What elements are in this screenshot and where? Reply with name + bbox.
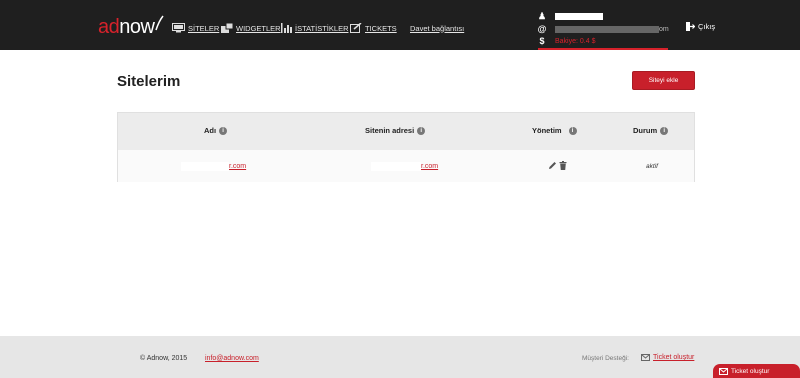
column-header-url: Sitenin adresi i bbox=[365, 126, 426, 135]
user-balance: Bakiye: 0.4 $ bbox=[555, 37, 596, 45]
footer: © Adnow, 2015 info@adnow.com Müşteri Des… bbox=[0, 336, 800, 378]
logout-icon bbox=[686, 22, 695, 31]
logout-button[interactable]: Çıkış bbox=[686, 22, 715, 31]
site-name-text: r.com bbox=[229, 163, 247, 170]
user-icon: ♟ bbox=[537, 10, 547, 21]
logo-now: now bbox=[119, 16, 155, 38]
user-email-redacted bbox=[555, 25, 659, 33]
column-header-label: Yönetim bbox=[532, 126, 562, 135]
nav-widgetler[interactable]: WIDGETLER bbox=[221, 21, 281, 35]
nav-siteler-label: SİTELER bbox=[188, 23, 220, 33]
info-icon[interactable]: i bbox=[219, 126, 228, 135]
add-site-button[interactable]: Siteyi ekle bbox=[632, 71, 695, 90]
page-title: Sitelerim bbox=[117, 73, 181, 90]
info-icon[interactable]: i bbox=[660, 126, 669, 135]
sites-table: Adı i Sitenin adresi i Yönetim i Durum i… bbox=[117, 112, 695, 182]
column-header-label: Adı bbox=[204, 126, 217, 135]
table-header: Adı i Sitenin adresi i Yönetim i Durum i bbox=[118, 113, 694, 150]
widgets-icon bbox=[221, 23, 233, 33]
user-balance-row: $ Bakiye: 0.4 $ bbox=[537, 36, 595, 46]
nav-istatistikler-label: İSTATİSTİKLER bbox=[295, 23, 349, 33]
nav-siteler[interactable]: SİTELER bbox=[172, 21, 219, 35]
site-url-link[interactable]: r.com bbox=[371, 162, 438, 171]
floating-ticket-button[interactable]: Ticket oluştur bbox=[713, 364, 800, 378]
column-header-label: Sitenin adresi bbox=[365, 126, 415, 135]
status-text: aktif bbox=[646, 163, 658, 170]
manage-actions bbox=[548, 161, 567, 170]
copyright-text: © Adnow, 2015 bbox=[140, 355, 188, 362]
logo-swoosh-icon bbox=[155, 15, 165, 31]
nav-davet-label: Davet bağlantısı bbox=[410, 23, 465, 33]
user-email-suffix: om bbox=[659, 25, 669, 33]
user-name-redacted bbox=[555, 12, 603, 20]
info-icon[interactable]: i bbox=[568, 126, 577, 135]
column-header-label: Durum bbox=[633, 126, 658, 135]
column-header-manage: Yönetim i bbox=[532, 126, 577, 135]
nav-tickets-label: TICKETS bbox=[365, 23, 397, 33]
user-info: ♟ @ om $ Bakiye: 0.4 $ bbox=[537, 11, 677, 49]
top-navbar: ad now SİTELER WIDGETLER İSTATİSTİKLER T… bbox=[0, 0, 800, 50]
nav-tickets[interactable]: TICKETS bbox=[350, 21, 397, 35]
logo-ad: ad bbox=[98, 16, 120, 38]
support-label: Müşteri Desteği: bbox=[582, 355, 629, 362]
user-name-row: ♟ bbox=[537, 11, 603, 21]
trash-icon[interactable] bbox=[559, 161, 567, 170]
balance-underline bbox=[538, 48, 668, 50]
nav-istatistikler[interactable]: İSTATİSTİKLER bbox=[281, 21, 348, 35]
monitor-icon bbox=[172, 23, 185, 33]
site-url-redacted bbox=[371, 162, 421, 171]
site-name-redacted bbox=[181, 162, 229, 171]
envelope-icon bbox=[719, 367, 728, 375]
adnow-logo[interactable]: ad now bbox=[98, 15, 165, 38]
contact-email-link[interactable]: info@adnow.com bbox=[205, 355, 259, 362]
envelope-icon bbox=[641, 354, 650, 361]
dollar-icon: $ bbox=[539, 36, 545, 46]
nav-davet-baglantisi[interactable]: Davet bağlantısı bbox=[410, 21, 464, 35]
logout-label: Çıkış bbox=[698, 22, 716, 31]
at-icon: @ bbox=[537, 24, 547, 34]
site-name-link[interactable]: r.com bbox=[181, 162, 246, 171]
nav-widgetler-label: WIDGETLER bbox=[236, 23, 281, 33]
user-email-row: @ om bbox=[537, 24, 669, 34]
column-header-status: Durum i bbox=[633, 126, 669, 135]
info-icon[interactable]: i bbox=[417, 126, 426, 135]
table-row: r.com r.com aktif bbox=[118, 150, 694, 182]
column-header-name: Adı i bbox=[204, 126, 228, 135]
floating-ticket-label: Ticket oluştur bbox=[731, 367, 770, 375]
bar-chart-icon bbox=[281, 23, 292, 33]
create-ticket-link[interactable]: Ticket oluştur bbox=[641, 354, 694, 361]
edit-pencil-icon[interactable] bbox=[548, 161, 557, 170]
site-url-text: r.com bbox=[421, 163, 439, 170]
ticket-icon bbox=[350, 23, 362, 33]
create-ticket-label: Ticket oluştur bbox=[653, 354, 695, 361]
